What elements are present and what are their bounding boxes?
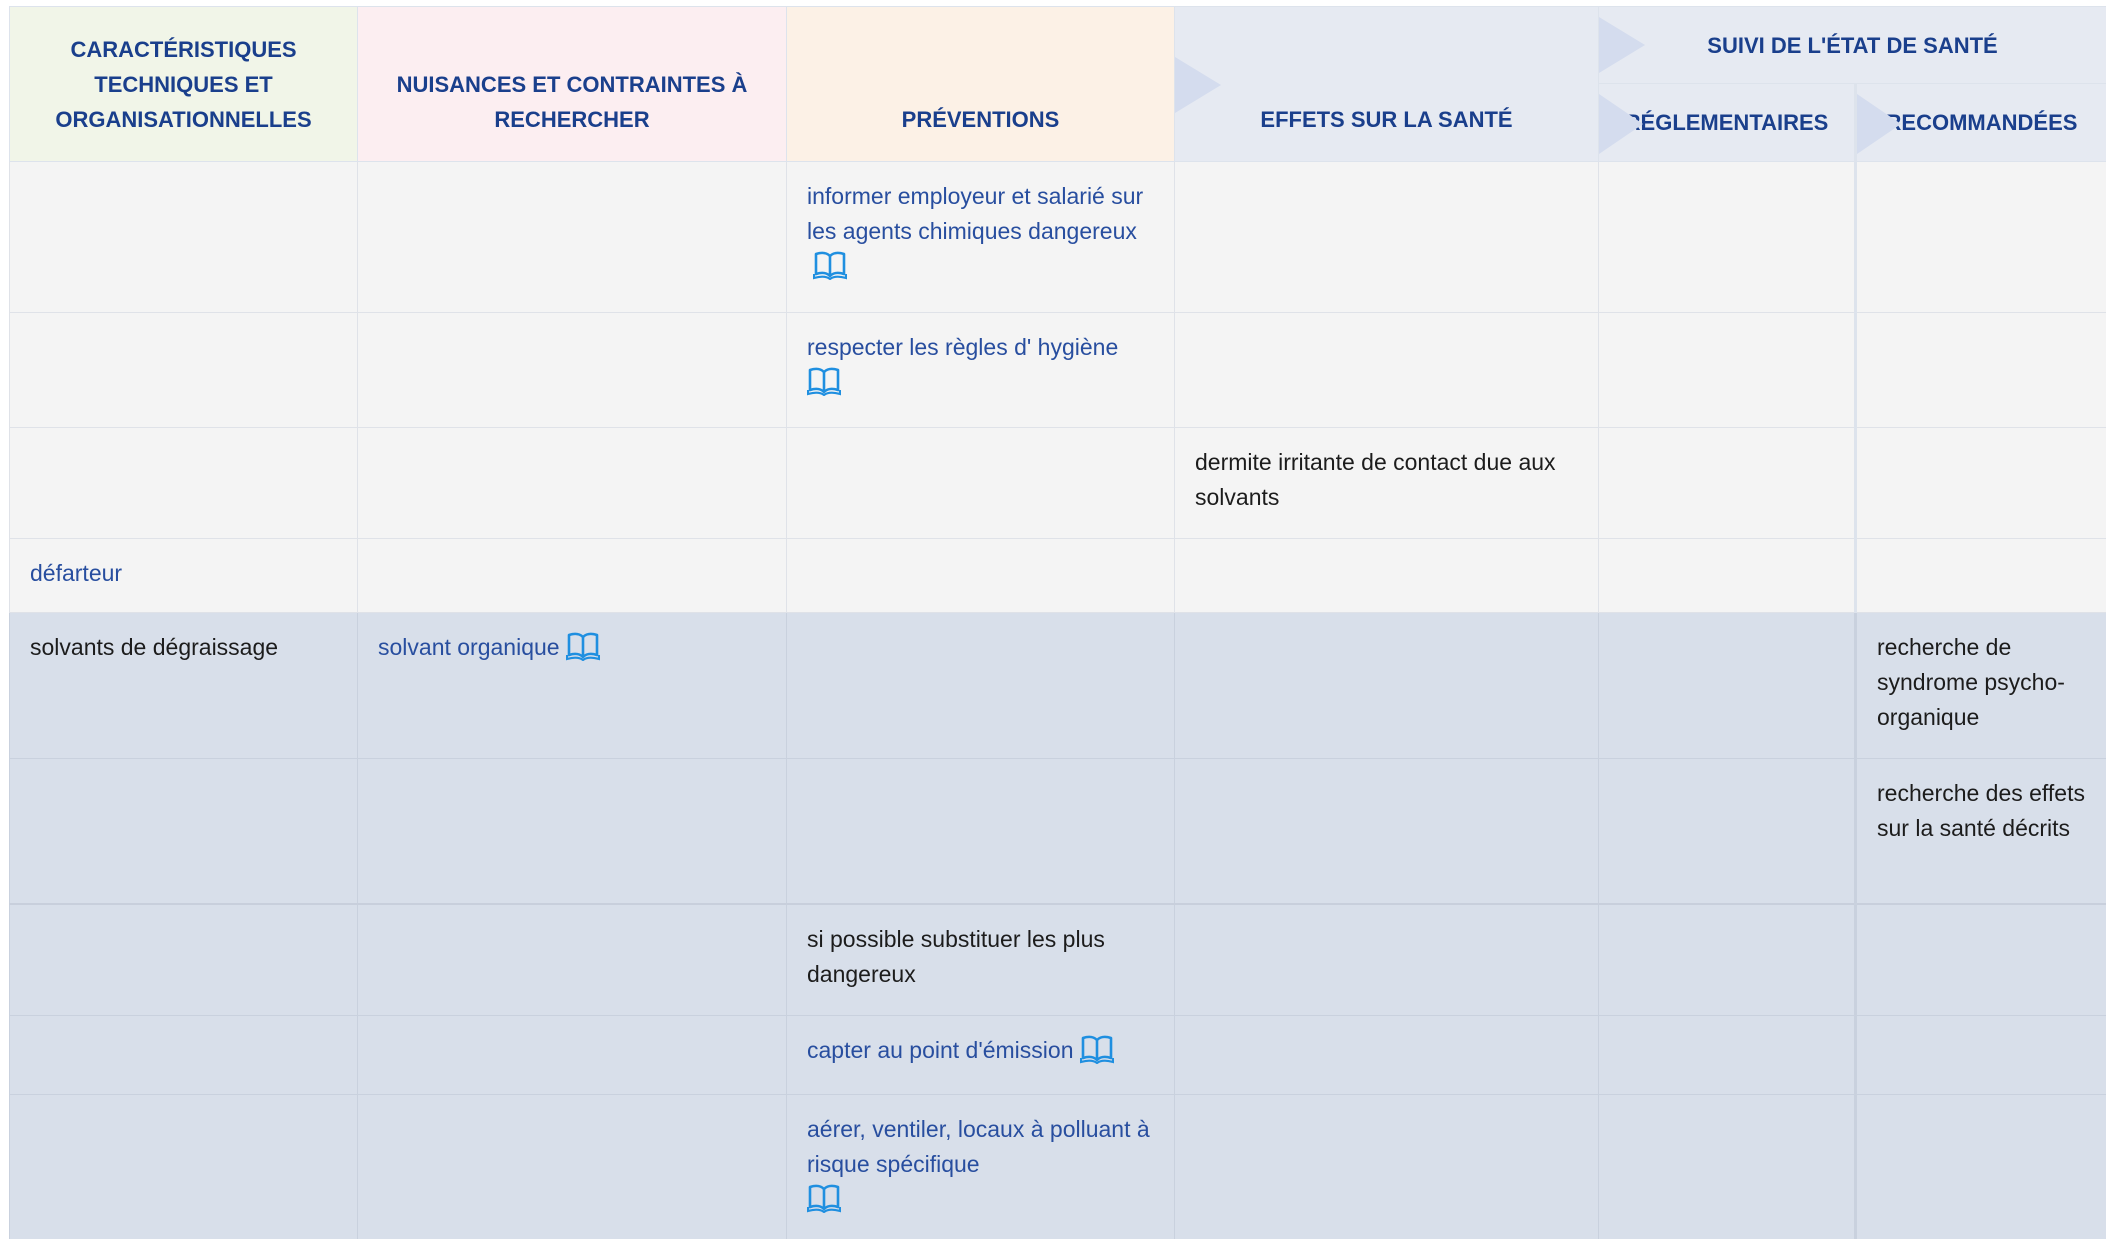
cell-reglementaire [1598, 612, 1856, 759]
cell-nuisance [357, 1015, 787, 1095]
prevention-link[interactable]: aérer, ventiler, locaux à polluant à ris… [807, 1116, 1150, 1177]
cell-recommandee [1854, 427, 2106, 539]
cell-recommandee [1854, 312, 2106, 428]
cell-effet [1174, 538, 1599, 613]
cell-effet: dermite irritante de contact due aux sol… [1174, 427, 1599, 539]
cell-reglementaire [1598, 312, 1856, 428]
nuisance-link[interactable]: solvant organique [378, 634, 560, 660]
cell-caracteristique [9, 1015, 358, 1095]
cell-prevention [786, 758, 1175, 904]
open-book-icon[interactable] [807, 366, 841, 396]
open-book-icon[interactable] [807, 1183, 841, 1213]
header-suivi-sante: SUIVI DE L'ÉTAT DE SANTÉ [1598, 6, 2106, 84]
table-body: informer employeur et salarié sur les ag… [9, 161, 2106, 1239]
cell-recommandee [1854, 1094, 2106, 1239]
table-row: respecter les règles d' hygiène [9, 312, 2106, 428]
cell-nuisance [357, 427, 787, 539]
cell-effet [1174, 612, 1599, 759]
risk-table: CARACTÉRISTIQUES TECHNIQUES ET ORGANISAT… [9, 6, 2106, 1239]
header-arrow-shape [1175, 57, 1221, 113]
cell-caracteristique [9, 758, 358, 904]
cell-nuisance [357, 902, 787, 1016]
table-row: aérer, ventiler, locaux à polluant à ris… [9, 1094, 2106, 1239]
cell-effet [1174, 1015, 1599, 1095]
prevention-link[interactable]: informer employeur et salarié sur les ag… [807, 183, 1143, 244]
header-nuisances: NUISANCES ET CONTRAINTES À RECHERCHER [357, 6, 787, 162]
cell-recommandee [1854, 538, 2106, 613]
cell-prevention: respecter les règles d' hygiène [786, 312, 1175, 428]
cell-caracteristique [9, 902, 358, 1016]
header-arrow-shape [1599, 17, 1645, 73]
effet-text: dermite irritante de contact due aux sol… [1195, 449, 1556, 510]
header-reglementaires: RÉGLEMENTAIRES [1598, 83, 1857, 162]
cell-reglementaire [1598, 902, 1856, 1016]
open-book-icon[interactable] [1079, 1034, 1114, 1064]
header-preventions: PRÉVENTIONS [786, 6, 1175, 162]
cell-reglementaire [1598, 758, 1856, 904]
cell-caracteristique [9, 427, 358, 539]
cell-caracteristique: solvants de dégraissage [9, 612, 358, 759]
table-row: capter au point d'émission [9, 1015, 2106, 1095]
cell-nuisance [357, 1094, 787, 1239]
caracteristique-text: solvants de dégraissage [30, 634, 279, 660]
recommandee-text: recherche des effets sur la santé décrit… [1877, 780, 2085, 841]
cell-prevention: si possible substituer les plus dangereu… [786, 902, 1175, 1016]
cell-effet [1174, 161, 1599, 313]
open-book-icon[interactable] [813, 250, 847, 280]
cell-prevention: aérer, ventiler, locaux à polluant à ris… [786, 1094, 1175, 1239]
header-caracteristiques: CARACTÉRISTIQUES TECHNIQUES ET ORGANISAT… [9, 6, 358, 162]
table-row: informer employeur et salarié sur les ag… [9, 161, 2106, 313]
table-header: CARACTÉRISTIQUES TECHNIQUES ET ORGANISAT… [9, 6, 2106, 162]
cell-prevention [786, 538, 1175, 613]
cell-reglementaire [1598, 538, 1856, 613]
cell-recommandee [1854, 161, 2106, 313]
header-recommandees: RECOMMANDÉES [1855, 83, 2106, 162]
table-row: solvants de dégraissage solvant organiqu… [9, 612, 2106, 759]
table-row: recherche des effets sur la santé décrit… [9, 758, 2106, 904]
cell-nuisance [357, 312, 787, 428]
cell-recommandee [1854, 902, 2106, 1016]
prevention-link[interactable]: respecter les règles d' hygiène [807, 334, 1118, 360]
cell-prevention: informer employeur et salarié sur les ag… [786, 161, 1175, 313]
cell-prevention: capter au point d'émission [786, 1015, 1175, 1095]
table-row: dermite irritante de contact due aux sol… [9, 427, 2106, 539]
header-effets-sante: EFFETS SUR LA SANTÉ [1174, 6, 1599, 162]
cell-reglementaire [1598, 1094, 1856, 1239]
table-row: si possible substituer les plus dangereu… [9, 902, 2106, 1016]
cell-recommandee: recherche des effets sur la santé décrit… [1854, 758, 2106, 904]
table-row: défarteur [9, 538, 2106, 613]
cell-caracteristique [9, 312, 358, 428]
cell-nuisance: solvant organique [357, 612, 787, 759]
cell-prevention [786, 427, 1175, 539]
cell-caracteristique [9, 1094, 358, 1239]
open-book-icon[interactable] [565, 631, 600, 661]
cell-nuisance [357, 758, 787, 904]
prevention-link[interactable]: capter au point d'émission [807, 1037, 1074, 1063]
cell-nuisance [357, 161, 787, 313]
cell-reglementaire [1598, 427, 1856, 539]
header-arrow-shape [1599, 94, 1643, 154]
cell-reglementaire [1598, 1015, 1856, 1095]
cell-effet [1174, 758, 1599, 904]
cell-effet [1174, 902, 1599, 1016]
caracteristique-link[interactable]: défarteur [30, 560, 122, 586]
cell-effet [1174, 1094, 1599, 1239]
cell-caracteristique: défarteur [9, 538, 358, 613]
header-arrow-shape [1857, 94, 1901, 154]
cell-prevention [786, 612, 1175, 759]
cell-effet [1174, 312, 1599, 428]
cell-caracteristique [9, 161, 358, 313]
cell-reglementaire [1598, 161, 1856, 313]
cell-recommandee [1854, 1015, 2106, 1095]
risk-table-container: CARACTÉRISTIQUES TECHNIQUES ET ORGANISAT… [9, 6, 2106, 1239]
prevention-text: si possible substituer les plus dangereu… [807, 925, 1105, 987]
recommandee-text: recherche de syndrome psycho-organique [1877, 634, 2065, 730]
cell-nuisance [357, 538, 787, 613]
cell-recommandee: recherche de syndrome psycho-organique [1854, 612, 2106, 759]
